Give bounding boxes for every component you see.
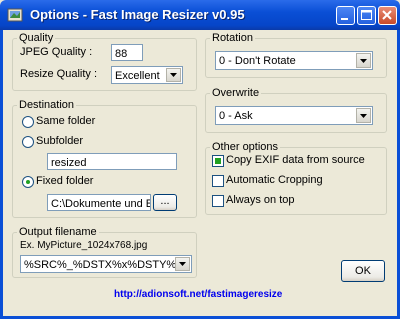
website-link[interactable]: http://adionsoft.net/fastimageresize xyxy=(114,289,282,300)
maximize-icon xyxy=(361,10,372,20)
subfolder-input[interactable]: resized xyxy=(47,153,177,170)
fixed-folder-label[interactable]: Fixed folder xyxy=(36,175,93,187)
fixed-folder-radio[interactable] xyxy=(22,176,34,188)
output-example-text: Ex. MyPicture_1024x768.jpg xyxy=(20,240,148,251)
chevron-down-icon[interactable] xyxy=(356,53,371,68)
overwrite-legend: Overwrite xyxy=(212,87,260,99)
output-filename-legend: Output filename xyxy=(19,226,97,238)
auto-crop-label[interactable]: Automatic Cropping xyxy=(226,174,323,186)
always-on-top-checkbox[interactable] xyxy=(212,195,224,207)
close-button[interactable] xyxy=(378,6,397,25)
title-bar[interactable]: Options - Fast Image Resizer v0.95 xyxy=(0,0,400,30)
subfolder-radio[interactable] xyxy=(22,136,34,148)
rotation-value: 0 - Don't Rotate xyxy=(219,55,296,67)
rotation-select[interactable]: 0 - Don't Rotate xyxy=(215,51,373,70)
other-options-legend: Other options xyxy=(212,141,279,153)
destination-legend: Destination xyxy=(19,99,75,111)
copy-exif-label[interactable]: Copy EXIF data from source xyxy=(226,154,365,166)
quality-legend: Quality xyxy=(19,32,54,44)
resize-quality-select[interactable]: Excellent xyxy=(111,66,183,84)
rotation-legend: Rotation xyxy=(212,32,253,44)
minimize-button[interactable] xyxy=(336,6,355,25)
copy-exif-checkbox[interactable] xyxy=(212,155,224,167)
same-folder-radio[interactable] xyxy=(22,116,34,128)
maximize-button[interactable] xyxy=(357,6,376,25)
chevron-down-icon[interactable] xyxy=(175,257,190,271)
always-on-top-label[interactable]: Always on top xyxy=(226,194,294,206)
resize-quality-value: Excellent xyxy=(115,70,160,82)
same-folder-label[interactable]: Same folder xyxy=(36,115,95,127)
subfolder-label[interactable]: Subfolder xyxy=(36,135,83,147)
output-pattern-value: %SRC%_%DSTX%x%DSTY% xyxy=(24,259,177,271)
minimize-icon xyxy=(341,18,348,20)
overwrite-value: 0 - Ask xyxy=(219,110,253,122)
close-icon xyxy=(382,10,392,20)
ok-button[interactable]: OK xyxy=(341,260,385,282)
chevron-down-icon[interactable] xyxy=(356,108,371,123)
window-title: Options - Fast Image Resizer v0.95 xyxy=(30,7,245,22)
jpeg-quality-input[interactable]: 88 xyxy=(111,44,143,61)
jpeg-quality-label: JPEG Quality : xyxy=(20,46,93,58)
overwrite-select[interactable]: 0 - Ask xyxy=(215,106,373,125)
fixed-folder-input[interactable]: C:\Dokumente und E xyxy=(47,194,151,211)
chevron-down-icon[interactable] xyxy=(166,68,181,82)
resize-quality-label: Resize Quality : xyxy=(20,68,98,80)
auto-crop-checkbox[interactable] xyxy=(212,175,224,187)
browse-button[interactable]: ... xyxy=(153,194,177,211)
output-pattern-select[interactable]: %SRC%_%DSTX%x%DSTY% xyxy=(20,255,192,273)
app-icon xyxy=(7,7,23,23)
